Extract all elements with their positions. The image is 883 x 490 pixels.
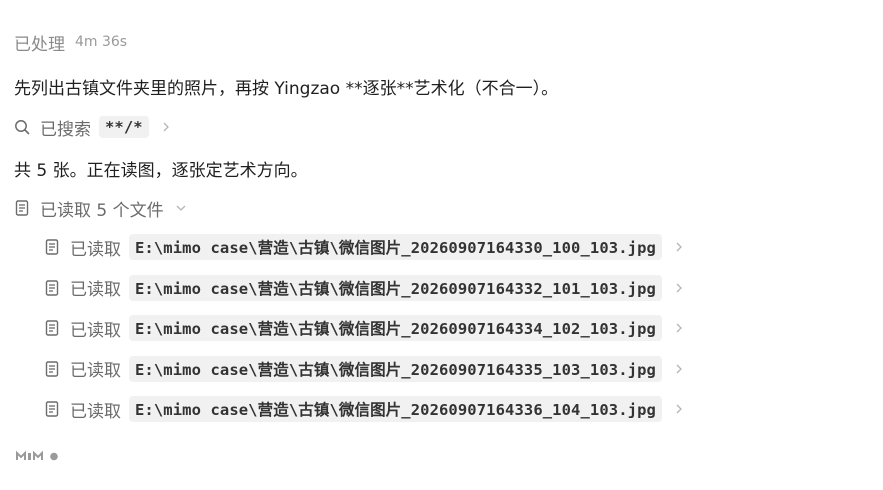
chevron-right-icon[interactable] <box>674 364 684 374</box>
chevron-right-icon[interactable] <box>674 323 684 333</box>
assistant-message: 先列出古镇文件夹里的照片，再按 Yingzao **逐张**艺术化（不合一）。 <box>14 78 559 99</box>
read-group-label: 已读取 5 个文件 <box>40 200 164 221</box>
assistant-message: 共 5 张。正在读图，逐张定艺术方向。 <box>14 160 308 181</box>
file-path: E:\mimo case\营造\古镇\微信图片_20260907164334_1… <box>129 315 662 341</box>
document-icon <box>14 200 30 216</box>
chevron-down-icon[interactable] <box>176 203 186 213</box>
chevron-right-icon[interactable] <box>674 283 684 293</box>
file-read-label: 已读取 <box>70 361 121 381</box>
search-pattern: **/* <box>99 116 149 138</box>
file-read-item[interactable]: 已读取 E:\mimo case\营造\古镇\微信图片_202609071643… <box>44 315 684 341</box>
file-path: E:\mimo case\营造\古镇\微信图片_20260907164335_1… <box>129 355 662 382</box>
file-read-label: 已读取 <box>70 320 121 341</box>
file-read-label: 已读取 <box>70 401 121 422</box>
document-icon <box>44 320 60 336</box>
file-read-label: 已读取 <box>70 239 121 260</box>
file-path: E:\mimo case\营造\古镇\微信图片_20260907164332_1… <box>129 274 662 301</box>
elapsed-time: 4m 36s <box>75 34 128 50</box>
mimo-logo <box>16 450 58 461</box>
file-path: E:\mimo case\营造\古镇\微信图片_20260907164330_1… <box>129 234 662 260</box>
chevron-right-icon[interactable] <box>674 242 684 252</box>
status-row: 已处理 4m 36s <box>14 31 128 55</box>
file-read-item[interactable]: 已读取 E:\mimo case\营造\古镇\微信图片_202609071643… <box>44 234 684 260</box>
file-path: E:\mimo case\营造\古镇\微信图片_20260907164336_1… <box>129 396 662 422</box>
document-icon <box>44 239 60 255</box>
document-icon <box>44 279 60 296</box>
search-icon <box>14 119 30 135</box>
search-tool-row[interactable]: 已搜索 **/* <box>14 114 171 140</box>
file-read-item[interactable]: 已读取 E:\mimo case\营造\古镇\微信图片_202609071643… <box>44 274 684 301</box>
document-icon <box>44 360 60 377</box>
search-label: 已搜索 <box>40 119 91 140</box>
chevron-right-icon[interactable] <box>161 122 171 132</box>
document-icon <box>44 401 60 417</box>
read-files-group[interactable]: 已读取 5 个文件 <box>14 195 186 221</box>
file-read-item[interactable]: 已读取 E:\mimo case\营造\古镇\微信图片_202609071643… <box>44 355 684 382</box>
chevron-right-icon[interactable] <box>674 404 684 414</box>
file-read-item[interactable]: 已读取 E:\mimo case\营造\古镇\微信图片_202609071643… <box>44 396 684 422</box>
file-read-label: 已读取 <box>70 280 121 300</box>
file-list: 已读取 E:\mimo case\营造\古镇\微信图片_202609071643… <box>44 234 684 437</box>
status-label: 已处理 <box>14 34 65 55</box>
